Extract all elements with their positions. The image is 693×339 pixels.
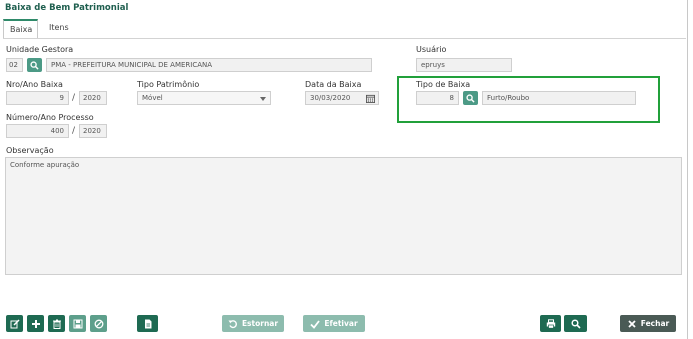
data-baixa-label: Data da Baixa (305, 80, 362, 89)
tab-baixa[interactable]: Baixa (3, 19, 38, 39)
observacao-label: Observação (6, 146, 54, 155)
tab-itens[interactable]: Itens (43, 19, 75, 39)
usuario-field[interactable]: epruys (416, 58, 512, 72)
unidade-gestora-label: Unidade Gestora (6, 45, 74, 54)
chevron-down-icon (260, 97, 266, 101)
save-button[interactable] (69, 315, 86, 332)
usuario-label: Usuário (416, 45, 447, 54)
data-baixa-field[interactable]: 30/03/2020 (305, 91, 379, 105)
nro-baixa-field[interactable]: 9 (6, 91, 69, 105)
document-button[interactable] (137, 315, 158, 332)
tipo-patrimonio-value: Móvel (142, 94, 163, 102)
nro-ano-baixa-label: Nro/Ano Baixa (6, 80, 63, 89)
estornar-label: Estornar (241, 319, 279, 328)
data-baixa-value: 30/03/2020 (310, 94, 351, 102)
efetivar-button[interactable]: Efetivar (303, 315, 365, 332)
tab-divider (3, 38, 686, 39)
print-button[interactable] (540, 315, 561, 332)
numero-processo-field[interactable]: 400 (6, 124, 69, 138)
floppy-disk-icon (73, 319, 82, 328)
ano-processo-field[interactable]: 2020 (79, 124, 107, 138)
fechar-button[interactable]: Fechar (620, 315, 676, 332)
check-icon (310, 319, 321, 329)
fechar-label: Fechar (640, 319, 670, 328)
ano-baixa-field[interactable]: 2020 (79, 91, 107, 105)
tipo-baixa-label: Tipo de Baixa (416, 80, 471, 89)
tipo-patrimonio-select[interactable]: Móvel (137, 91, 271, 105)
unidade-gestora-name-field[interactable]: PMA - PREFEITURA MUNICIPAL DE AMERICANA (46, 58, 372, 72)
efetivar-label: Efetivar (324, 319, 358, 328)
numero-ano-processo-label: Número/Ano Processo (6, 113, 94, 122)
search-icon (30, 60, 39, 70)
observacao-textarea[interactable]: Conforme apuração (5, 157, 682, 275)
tipo-baixa-code-field[interactable]: 8 (416, 91, 459, 105)
search-icon (466, 93, 475, 103)
trash-icon (52, 319, 61, 329)
add-button[interactable] (27, 315, 44, 332)
printer-icon (546, 318, 555, 329)
edit-button[interactable] (6, 315, 23, 332)
calendar-icon[interactable] (366, 94, 375, 103)
tipo-baixa-search-button[interactable] (463, 91, 478, 105)
tipo-baixa-name-field[interactable]: Furto/Roubo (482, 91, 636, 105)
nro-ano-separator: / (72, 93, 76, 103)
close-icon (628, 319, 636, 328)
unidade-gestora-search-button[interactable] (27, 58, 42, 72)
edit-icon (10, 318, 20, 328)
numero-ano-separator: / (72, 126, 76, 136)
unidade-gestora-code-field[interactable]: 02 (6, 58, 23, 72)
undo-icon (228, 319, 237, 328)
window: Baixa de Bem Patrimonial Baixa Itens Uni… (0, 0, 688, 339)
document-icon (144, 319, 151, 328)
page-title: Baixa de Bem Patrimonial (5, 3, 129, 13)
tipo-patrimonio-label: Tipo Patrimônio (137, 80, 200, 89)
plus-icon (31, 319, 40, 328)
search-icon (570, 318, 581, 329)
ban-icon (94, 319, 103, 328)
estornar-button[interactable]: Estornar (222, 315, 284, 332)
search-button[interactable] (564, 315, 587, 332)
delete-button[interactable] (48, 315, 65, 332)
cancel-button[interactable] (90, 315, 107, 332)
